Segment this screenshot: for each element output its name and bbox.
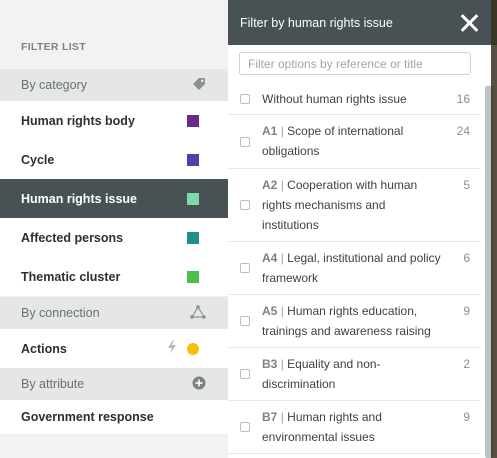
color-swatch	[187, 192, 199, 205]
sidebar-item-cycle[interactable]: Cycle	[0, 140, 228, 179]
group-label: By attribute	[21, 377, 85, 391]
option-row[interactable]: A2 | Cooperation with human rights mecha…	[228, 169, 481, 242]
sidebar-item-label: Cycle	[21, 152, 55, 167]
lightning-icon	[167, 340, 177, 357]
sidebar-item-human-rights-issue[interactable]: Human rights issue	[0, 179, 228, 218]
option-row[interactable]: Without human rights issue 16	[228, 83, 481, 115]
close-icon[interactable]	[459, 13, 479, 33]
option-checkbox[interactable]	[240, 369, 250, 379]
tag-icon	[192, 77, 206, 94]
sidebar-item-government-response[interactable]: Government response	[0, 400, 228, 434]
sidebar-item-label: Human rights issue	[21, 191, 137, 206]
option-row[interactable]: B3 | Equality and non-discrimination 2	[228, 348, 481, 401]
option-label: A5 | Human rights education, trainings a…	[262, 304, 431, 338]
option-count: 5	[463, 178, 470, 192]
search-input[interactable]	[239, 52, 471, 75]
option-ref: A5	[262, 304, 278, 318]
sidebar-item-actions[interactable]: Actions	[0, 329, 228, 368]
sidebar-item-label: Thematic cluster	[21, 269, 121, 284]
status-dot	[187, 342, 199, 355]
option-count: 24	[456, 124, 470, 138]
option-label: A4 | Legal, institutional and policy fra…	[262, 251, 441, 285]
sidebar-item-label: Human rights body	[21, 113, 135, 128]
color-swatch	[187, 114, 199, 127]
option-checkbox[interactable]	[240, 422, 250, 432]
sidebar-item-human-rights-body[interactable]: Human rights body	[0, 101, 228, 140]
option-count: 9	[463, 304, 470, 318]
panel-header: Filter by human rights issue	[228, 0, 497, 45]
option-ref: B7	[262, 410, 278, 424]
option-row[interactable]: A5 | Human rights education, trainings a…	[228, 295, 481, 348]
option-count: 16	[456, 92, 470, 106]
group-label: By category	[21, 78, 88, 92]
option-ref: B3	[262, 357, 278, 371]
sidebar-item-affected-persons[interactable]: Affected persons	[0, 218, 228, 257]
option-checkbox[interactable]	[240, 137, 250, 147]
filter-options-panel: Filter by human rights issue Without hum…	[228, 0, 497, 458]
option-ref: A2	[262, 178, 278, 192]
option-checkbox[interactable]	[240, 316, 250, 326]
option-label: B3 | Equality and non-discrimination	[262, 357, 381, 391]
option-row[interactable]: A1 | Scope of international obligations …	[228, 115, 481, 169]
option-count: 6	[463, 251, 470, 265]
option-label: Without human rights issue	[262, 92, 407, 106]
option-checkbox[interactable]	[240, 200, 250, 210]
sidebar-item-label: Affected persons	[21, 230, 124, 245]
panel-title: Filter by human rights issue	[240, 15, 393, 30]
sidebar-bottom	[0, 434, 228, 458]
sidebar-item-label: Government response	[21, 410, 154, 424]
option-checkbox[interactable]	[240, 94, 250, 104]
option-row[interactable]: A4 | Legal, institutional and policy fra…	[228, 242, 481, 295]
option-label: A2 | Cooperation with human rights mecha…	[262, 178, 418, 232]
option-label: B7 | Human rights and environmental issu…	[262, 410, 382, 444]
option-ref: A4	[262, 251, 278, 265]
option-count: 9	[463, 410, 470, 424]
option-label: A1 | Scope of international obligations	[262, 124, 404, 158]
group-by-attribute[interactable]: By attribute	[0, 368, 228, 400]
option-checkbox[interactable]	[240, 263, 250, 273]
option-ref: A1	[262, 124, 278, 138]
window-edge	[491, 0, 497, 458]
sidebar-item-thematic-cluster[interactable]: Thematic cluster	[0, 257, 228, 296]
color-swatch	[187, 270, 199, 283]
filter-sidebar: FILTER LIST By category Human rights bod…	[0, 0, 228, 458]
group-by-category[interactable]: By category	[0, 69, 228, 101]
sidebar-heading: FILTER LIST	[21, 41, 86, 53]
group-label: By connection	[21, 306, 100, 320]
option-row[interactable]: B7 | Human rights and environmental issu…	[228, 401, 481, 454]
plus-circle-icon	[192, 376, 206, 393]
group-by-connection[interactable]: By connection	[0, 297, 228, 329]
option-count: 2	[463, 357, 470, 371]
color-swatch	[187, 153, 199, 166]
sidebar-item-label: Actions	[21, 341, 67, 356]
network-icon	[190, 304, 206, 322]
color-swatch	[187, 231, 199, 244]
